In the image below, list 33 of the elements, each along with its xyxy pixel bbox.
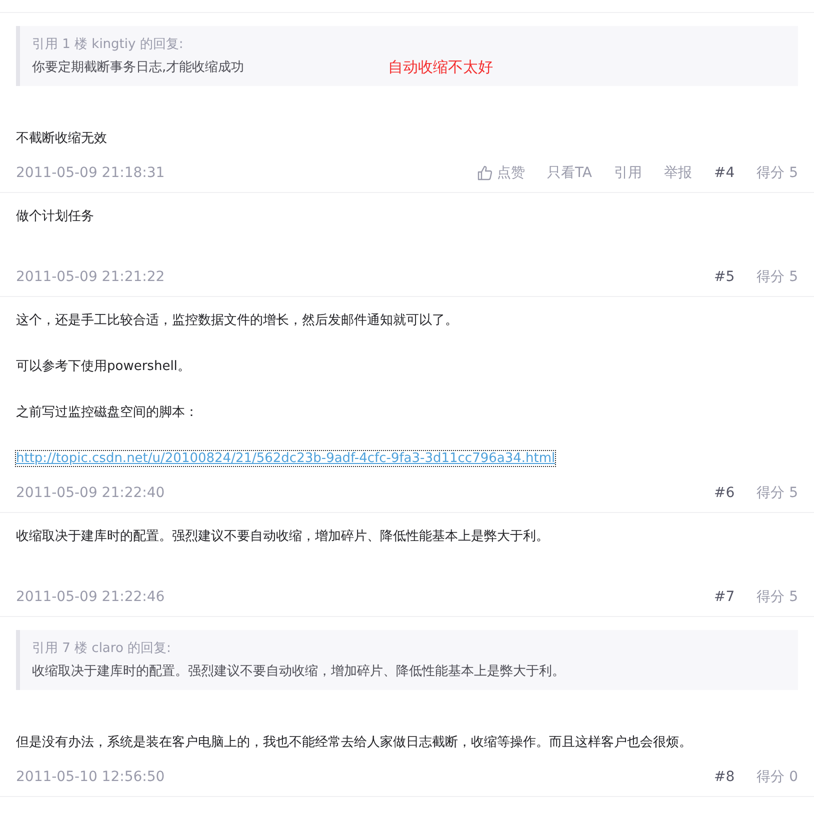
floor-number: #5 — [714, 269, 735, 285]
post-date: 2011-05-09 21:21:22 — [16, 269, 165, 285]
post-date: 2011-05-10 12:56:50 — [16, 769, 165, 785]
quote-text: 你要定期截断事务日志,才能收缩成功 — [32, 59, 244, 77]
action-link[interactable]: 只看TA — [546, 164, 592, 182]
floor-number: #4 — [714, 165, 735, 181]
floor-number: #8 — [714, 769, 735, 785]
post-date: 2011-05-09 21:18:31 — [16, 165, 165, 181]
post-text: 之前写过监控磁盘空间的脚本： — [16, 404, 199, 422]
annotation-text: 自动收缩不太好 — [388, 58, 493, 77]
action-link[interactable]: 举报 — [664, 164, 692, 182]
quote-text: 收缩取决于建库时的配置。强烈建议不要自动收缩，增加碎片、降低性能基本上是弊大于利。 — [32, 663, 565, 681]
post-text: 但是没有办法，系统是装在客户电脑上的，我也不能经常去给人家做日志截断，收缩等操作。而且这样客户也会很烦。 — [16, 734, 693, 752]
post-text: 这个，还是手工比较合适，监控数据文件的增长，然后发邮件通知就可以了。 — [16, 312, 459, 330]
post-text: 可以参考下使用powershell。 — [16, 358, 192, 376]
post-text: 做个计划任务 — [16, 208, 95, 226]
quote-header: 引用 1 楼 kingtiy 的回复: — [32, 36, 184, 54]
post-date: 2011-05-09 21:22:40 — [16, 485, 165, 501]
floor-number: #6 — [714, 485, 735, 501]
score-text: 得分 5 — [756, 588, 798, 606]
floor-number: #7 — [714, 589, 735, 605]
post-text: 不截断收缩无效 — [16, 130, 108, 148]
post-text: 收缩取决于建库时的配置。强烈建议不要自动收缩，增加碎片、降低性能基本上是弊大于利。 — [16, 528, 550, 546]
score-text: 得分 5 — [756, 484, 798, 502]
action-link[interactable]: 引用 — [614, 164, 642, 182]
thumbs-up-icon — [476, 165, 493, 181]
post-link[interactable]: http://topic.csdn.net/u/20100824/21/562dc23b-9adf-4cfc-9fa3-3d11cc796a34.html — [16, 451, 556, 466]
score-text: 得分 5 — [756, 268, 798, 286]
quote-header: 引用 7 楼 claro 的回复: — [32, 640, 172, 658]
post-date: 2011-05-09 21:22:46 — [16, 589, 165, 605]
score-text: 得分 0 — [756, 768, 798, 786]
score-text: 得分 5 — [756, 164, 798, 182]
like-button[interactable]: 点赞 — [476, 164, 525, 182]
